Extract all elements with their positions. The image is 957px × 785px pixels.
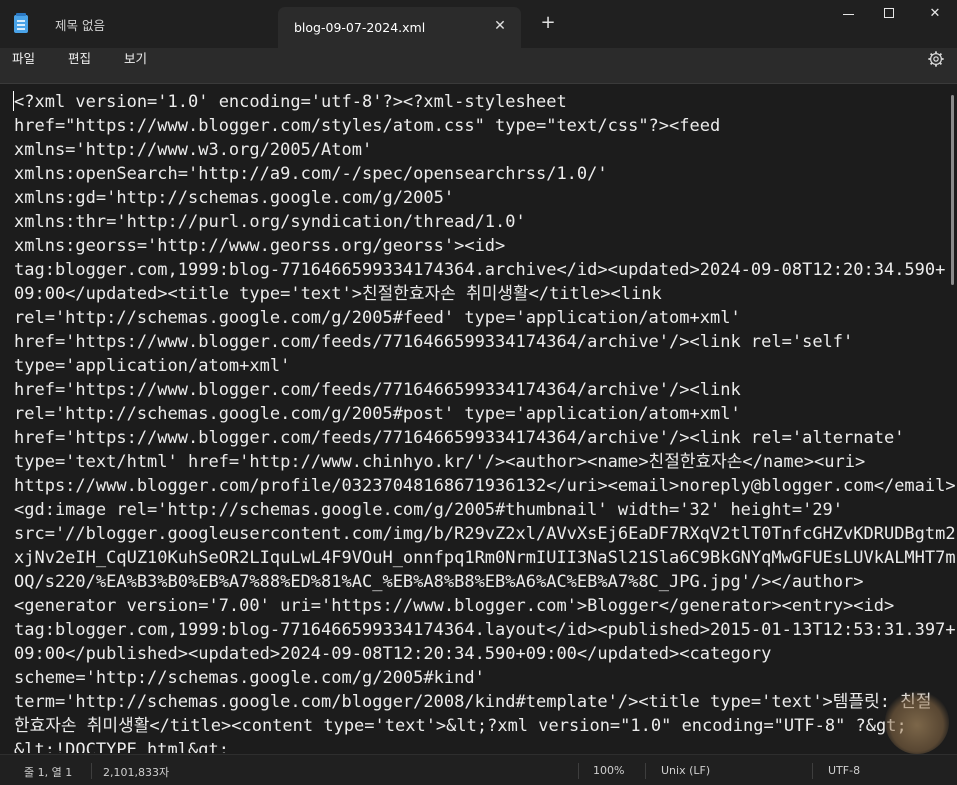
text-caret <box>13 91 14 111</box>
editor-line[interactable]: 09:00</published><updated>2024-09-08T12:… <box>14 642 939 666</box>
status-divider <box>578 763 579 779</box>
editor-line[interactable]: type='application/atom+xml' <box>14 354 939 378</box>
editor-line[interactable]: href='https://www.blogger.com/feeds/7716… <box>14 426 939 450</box>
character-count: 2,101,833자 <box>103 766 170 779</box>
editor-line[interactable]: xmlns:openSearch='http://a9.com/-/spec/o… <box>14 162 939 186</box>
editor-line[interactable]: href="https://www.blogger.com/styles/ato… <box>14 114 939 138</box>
editor-line[interactable]: 한효자손 취미생활</title><content type='text'>&l… <box>14 714 939 738</box>
editor-line[interactable]: <gd:image rel='http://schemas.google.com… <box>14 498 939 522</box>
editor-line[interactable]: &lt;!DOCTYPE html&gt; <box>14 738 939 753</box>
tab-blog-xml[interactable]: blog-09-07-2024.xml ✕ <box>278 7 521 48</box>
status-divider <box>91 763 92 779</box>
mascot-sticker <box>885 690 949 754</box>
editor-line[interactable]: rel='http://schemas.google.com/g/2005#fe… <box>14 306 939 330</box>
cursor-position[interactable]: 줄 1, 열 1 <box>24 764 72 780</box>
editor-line[interactable]: xmlns='http://www.w3.org/2005/Atom' <box>14 138 939 162</box>
editor-line[interactable]: 09:00</updated><title type='text'>친절한효자손… <box>14 282 939 306</box>
status-divider <box>645 763 646 779</box>
title-bar: 제목 없음 blog-09-07-2024.xml ✕ + ✕ <box>0 0 957 48</box>
status-bar: 줄 1, 열 1 2,101,833자 100% Unix (LF) UTF-8 <box>0 754 957 785</box>
tab-untitled-label: 제목 없음 <box>55 17 105 33</box>
close-tab-icon[interactable]: ✕ <box>491 17 509 35</box>
editor-line[interactable]: xjNv2eIH_CqUZ10KuhSeOR2LIquLwL4F9VOuH_on… <box>14 546 956 570</box>
status-divider <box>812 763 813 779</box>
editor-line[interactable]: https://www.blogger.com/profile/03237048… <box>14 474 956 498</box>
menu-file[interactable]: 파일 <box>12 48 35 84</box>
notepad-icon <box>14 13 28 33</box>
line-ending[interactable]: Unix (LF) <box>661 764 710 777</box>
editor-line[interactable]: xmlns:georss='http://www.georss.org/geor… <box>14 234 939 258</box>
editor-line[interactable]: OQ/s220/%EA%B3%B0%EB%A7%88%ED%81%AC_%EB%… <box>14 570 939 594</box>
editor-line[interactable]: tag:blogger.com,1999:blog-77164665993341… <box>14 618 956 642</box>
editor-line[interactable]: tag:blogger.com,1999:blog-77164665993341… <box>14 258 945 282</box>
editor-line[interactable]: scheme='http://schemas.google.com/g/2005… <box>14 666 939 690</box>
editor-text[interactable]: <?xml version='1.0' encoding='utf-8'?><?… <box>14 90 956 753</box>
editor-line[interactable]: href='https://www.blogger.com/feeds/7716… <box>14 330 939 354</box>
maximize-button[interactable] <box>866 0 912 30</box>
minimize-icon <box>843 14 854 15</box>
editor-line[interactable]: xmlns:gd='http://schemas.google.com/g/20… <box>14 186 939 210</box>
editor-line[interactable]: type='text/html' href='http://www.chinhy… <box>14 450 939 474</box>
vertical-scrollbar[interactable] <box>951 95 954 285</box>
editor-line[interactable]: xmlns:thr='http://purl.org/syndication/t… <box>14 210 939 234</box>
zoom-level[interactable]: 100% <box>593 764 624 777</box>
editor-line[interactable]: <generator version='7.00' uri='https://w… <box>14 594 939 618</box>
tab-blog-xml-label: blog-09-07-2024.xml <box>294 20 426 35</box>
menu-view[interactable]: 보기 <box>124 48 147 84</box>
menu-bar: 파일 편집 보기 <box>0 48 957 84</box>
encoding[interactable]: UTF-8 <box>828 764 860 777</box>
close-window-button[interactable]: ✕ <box>912 0 957 30</box>
tab-untitled[interactable]: 제목 없음 <box>0 0 276 48</box>
new-tab-button[interactable]: + <box>538 13 558 33</box>
editor-line[interactable]: <?xml version='1.0' encoding='utf-8'?><?… <box>14 90 939 114</box>
menu-edit[interactable]: 편집 <box>68 48 91 84</box>
editor-line[interactable]: term='http://schemas.google.com/blogger/… <box>14 690 939 714</box>
editor-line[interactable]: src='//blogger.googleusercontent.com/img… <box>14 522 956 546</box>
maximize-icon <box>884 8 894 18</box>
editor-line[interactable]: rel='http://schemas.google.com/g/2005#po… <box>14 402 939 426</box>
gear-icon[interactable] <box>927 50 945 68</box>
editor-line[interactable]: href='https://www.blogger.com/feeds/7716… <box>14 378 939 402</box>
text-editor[interactable]: <?xml version='1.0' encoding='utf-8'?><?… <box>0 85 957 753</box>
